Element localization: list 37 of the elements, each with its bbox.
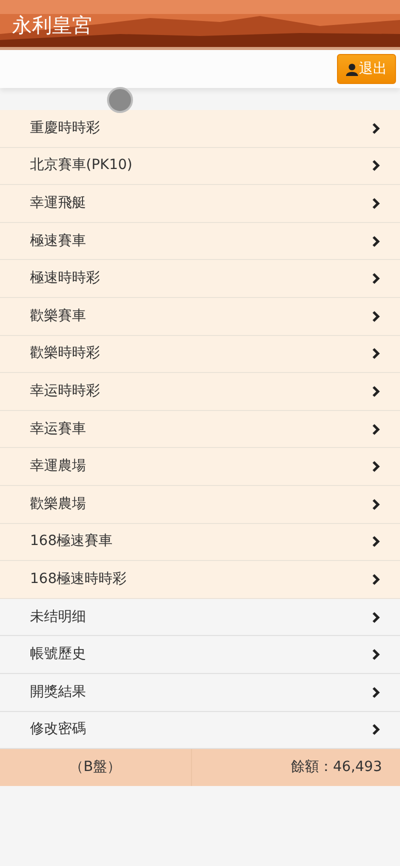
loading-indicator: [107, 87, 133, 113]
menu-item[interactable]: 重慶時時彩: [0, 110, 400, 148]
balance-label: 餘額：46,493: [190, 749, 400, 786]
chevron-icon: [372, 686, 380, 698]
menu-item[interactable]: 幸运時時彩: [0, 373, 400, 411]
menu-item[interactable]: 幸运賽車: [0, 410, 400, 448]
chevron-icon: [372, 649, 380, 660]
chevron-icon: [372, 122, 380, 134]
chevron-icon: [372, 574, 380, 585]
chevron-icon: [372, 236, 380, 247]
chevron-icon: [372, 310, 380, 322]
menu-item[interactable]: 極速賽車: [0, 222, 400, 260]
chevron-icon: [372, 348, 380, 360]
menu-item[interactable]: 168極速賽車: [0, 524, 400, 562]
chevron-icon: [372, 536, 380, 548]
menu-item[interactable]: 168極速時時彩: [0, 561, 400, 599]
menu-item[interactable]: 歡樂賽車: [0, 298, 400, 336]
app-title: 永利皇宮: [12, 12, 92, 39]
menu-item[interactable]: 歡樂農場: [0, 486, 400, 524]
chevron-icon: [372, 160, 380, 172]
menu-item[interactable]: 北京賽車(PK10): [0, 148, 400, 186]
user-icon: [346, 62, 358, 76]
chevron-icon: [372, 198, 380, 209]
plate-label: （B盤）: [68, 758, 122, 778]
chevron-icon: [372, 498, 380, 510]
menu-item[interactable]: 幸運農場: [0, 448, 400, 486]
chevron-icon: [372, 724, 380, 736]
chevron-icon: [372, 461, 380, 472]
chevron-icon: [372, 612, 380, 623]
menu-item[interactable]: 修改密碼: [0, 712, 400, 750]
menu-item[interactable]: 未结明细: [0, 598, 400, 636]
menu-item[interactable]: 極速時時彩: [0, 260, 400, 298]
chevron-icon: [372, 424, 380, 435]
chevron-icon: [372, 386, 380, 397]
menu-item[interactable]: 幸運飛艇: [0, 185, 400, 223]
chevron-icon: [372, 273, 380, 284]
menu-item[interactable]: 歡樂時時彩: [0, 336, 400, 374]
